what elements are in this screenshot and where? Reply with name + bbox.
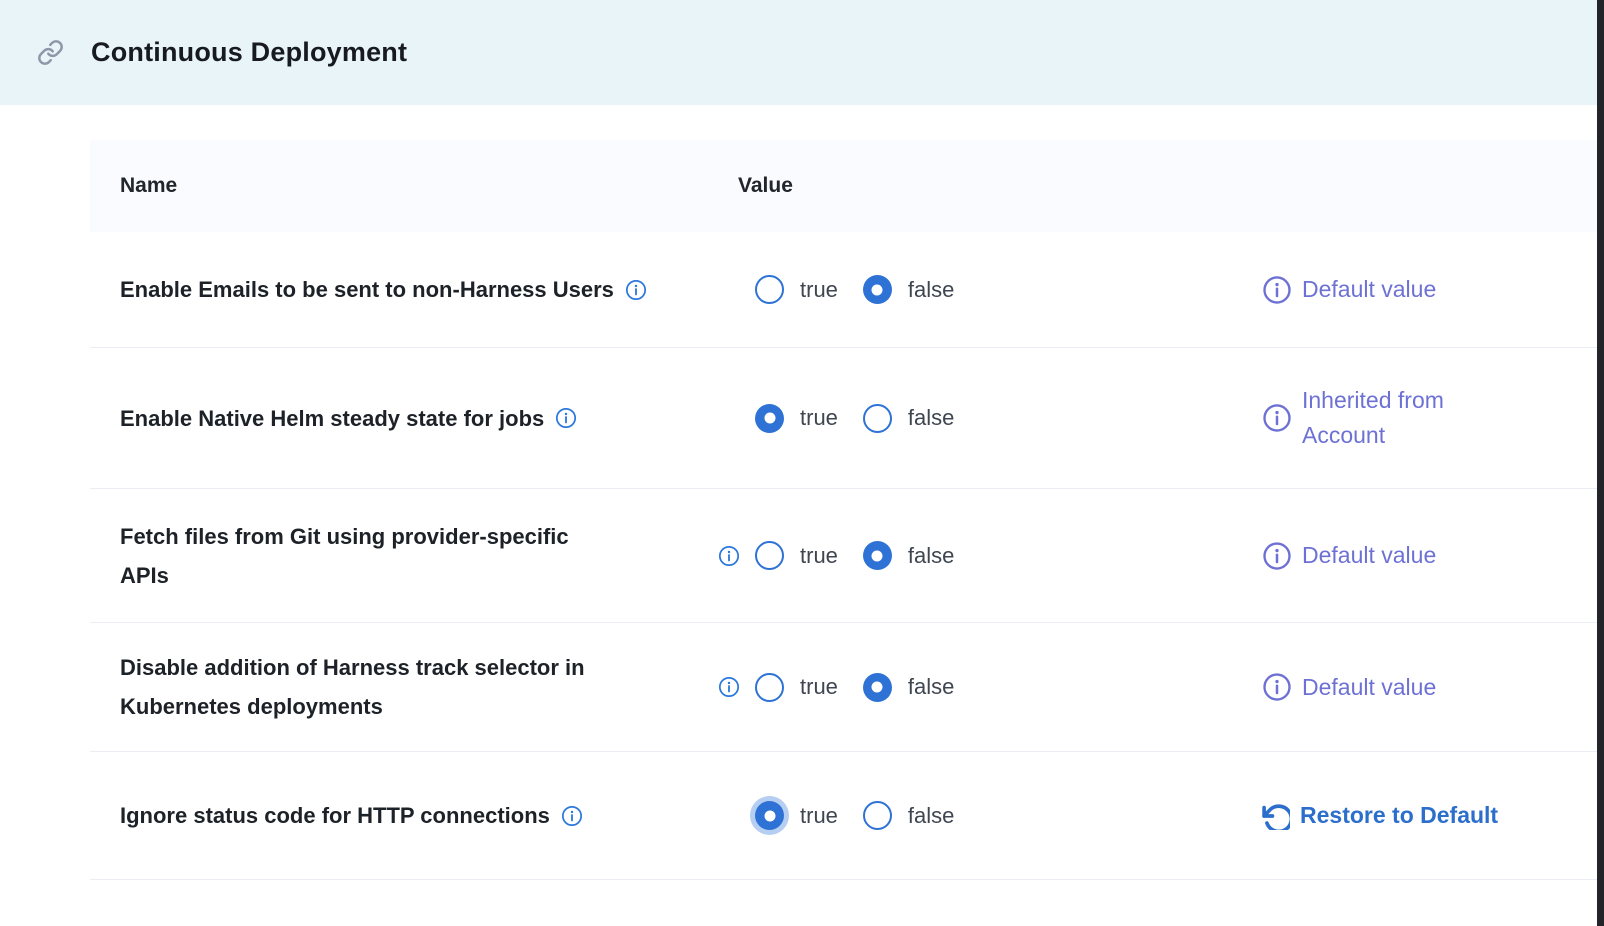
- section-header: Continuous Deployment: [0, 0, 1604, 105]
- radio-false-label: false: [908, 543, 954, 569]
- column-header-value: Value: [738, 174, 793, 198]
- info-circle-icon[interactable]: [1262, 541, 1292, 571]
- table-header-row: Name Value: [90, 140, 1597, 232]
- radio-true-unselected[interactable]: [755, 673, 784, 702]
- radio-true-label: true: [800, 803, 838, 829]
- info-circle-icon[interactable]: [1262, 403, 1292, 433]
- radio-false-label: false: [908, 277, 954, 303]
- setting-value-cell: true false: [718, 541, 1262, 570]
- table-row: Enable Emails to be sent to non-Harness …: [90, 232, 1597, 348]
- settings-table: Name Value Enable Emails to be sent to n…: [90, 140, 1597, 880]
- restore-to-default-button[interactable]: Restore to Default: [1262, 798, 1597, 833]
- setting-value-cell: true false: [718, 801, 1262, 830]
- status-badge: Default value: [1302, 670, 1436, 705]
- setting-status-cell: Default value: [1262, 538, 1597, 573]
- radio-option-true[interactable]: true: [755, 541, 838, 570]
- radio-option-true[interactable]: true: [755, 801, 838, 830]
- setting-name-cell: Fetch files from Git using provider-spec…: [90, 517, 718, 595]
- setting-value-cell: true false: [718, 275, 1262, 304]
- radio-false-label: false: [908, 803, 954, 829]
- restore-button-label: Restore to Default: [1300, 798, 1498, 833]
- setting-status-cell: Inherited from Account: [1262, 383, 1597, 453]
- radio-true-label: true: [800, 277, 838, 303]
- radio-option-true[interactable]: true: [755, 673, 838, 702]
- radio-false-selected[interactable]: [863, 275, 892, 304]
- table-row: Ignore status code for HTTP connections …: [90, 752, 1597, 880]
- setting-name-label: Ignore status code for HTTP connections: [120, 796, 550, 835]
- info-circle-icon[interactable]: [1262, 275, 1292, 305]
- radio-false-selected[interactable]: [863, 673, 892, 702]
- info-icon[interactable]: [561, 805, 583, 827]
- radio-false-selected[interactable]: [863, 541, 892, 570]
- setting-name-cell: Enable Native Helm steady state for jobs: [90, 399, 718, 438]
- info-icon[interactable]: [625, 279, 647, 301]
- table-row: Disable addition of Harness track select…: [90, 623, 1597, 752]
- info-icon[interactable]: [718, 545, 755, 567]
- radio-true-selected-focused[interactable]: [755, 801, 784, 830]
- setting-name-cell: Enable Emails to be sent to non-Harness …: [90, 270, 718, 309]
- setting-value-cell: true false: [718, 404, 1262, 433]
- table-row: Enable Native Helm steady state for jobs…: [90, 348, 1597, 489]
- setting-status-cell: Default value: [1262, 272, 1597, 307]
- radio-true-selected[interactable]: [755, 404, 784, 433]
- setting-name-cell: Ignore status code for HTTP connections: [90, 796, 718, 835]
- setting-name-cell: Disable addition of Harness track select…: [90, 648, 718, 726]
- page-title: Continuous Deployment: [91, 37, 407, 68]
- radio-false-unselected[interactable]: [863, 404, 892, 433]
- restore-icon[interactable]: [1262, 802, 1290, 830]
- radio-option-false[interactable]: false: [863, 801, 954, 830]
- radio-true-label: true: [800, 405, 838, 431]
- radio-false-label: false: [908, 405, 954, 431]
- info-circle-icon[interactable]: [1262, 672, 1292, 702]
- setting-name-label: Enable Emails to be sent to non-Harness …: [120, 270, 614, 309]
- radio-option-false[interactable]: false: [863, 541, 954, 570]
- screen-edge: [1597, 0, 1604, 926]
- status-badge: Default value: [1302, 272, 1436, 307]
- radio-true-unselected[interactable]: [755, 275, 784, 304]
- radio-false-label: false: [908, 674, 954, 700]
- setting-status-cell: Default value: [1262, 670, 1597, 705]
- setting-value-cell: true false: [718, 673, 1262, 702]
- radio-option-false[interactable]: false: [863, 275, 954, 304]
- radio-option-false[interactable]: false: [863, 673, 954, 702]
- info-icon[interactable]: [555, 407, 577, 429]
- radio-true-unselected[interactable]: [755, 541, 784, 570]
- radio-false-unselected[interactable]: [863, 801, 892, 830]
- link-icon[interactable]: [37, 39, 64, 66]
- radio-option-true[interactable]: true: [755, 275, 838, 304]
- column-header-name: Name: [90, 174, 738, 198]
- status-badge: Inherited from Account: [1302, 383, 1444, 453]
- radio-option-false[interactable]: false: [863, 404, 954, 433]
- setting-name-label: Disable addition of Harness track select…: [120, 648, 585, 726]
- radio-true-label: true: [800, 674, 838, 700]
- setting-name-label: Enable Native Helm steady state for jobs: [120, 399, 544, 438]
- table-row: Fetch files from Git using provider-spec…: [90, 489, 1597, 623]
- setting-name-label: Fetch files from Git using provider-spec…: [120, 517, 569, 595]
- info-icon[interactable]: [718, 676, 755, 698]
- radio-option-true[interactable]: true: [755, 404, 838, 433]
- radio-true-label: true: [800, 543, 838, 569]
- status-badge: Default value: [1302, 538, 1436, 573]
